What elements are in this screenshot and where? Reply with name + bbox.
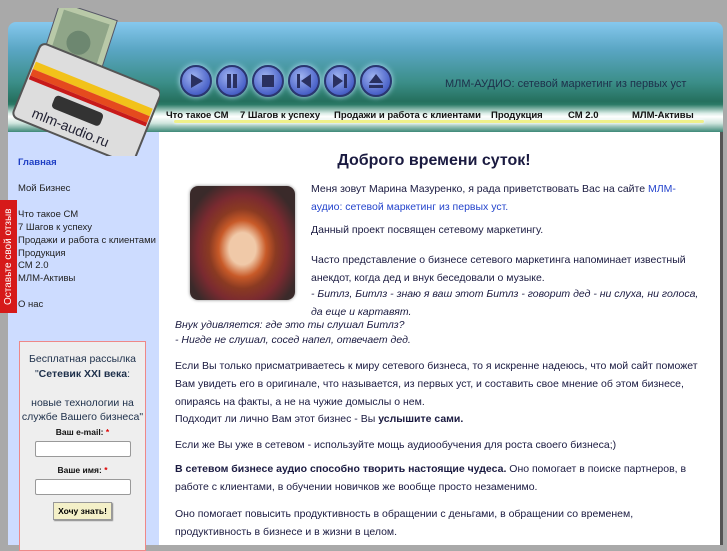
nav-item[interactable]: Что такое СМ [166,110,229,121]
intro-paragraph: Меня зовут Марина Мазуренко, я рада прив… [311,183,676,213]
sidebar-item[interactable]: Продажи и работа с клиентами [18,235,156,246]
subscribe-button[interactable]: Хочу знать! [53,501,112,520]
sidebar-item[interactable]: Мой Бизнес [18,183,70,194]
email-field[interactable] [34,440,131,457]
page-title: Доброго времени суток! [337,152,531,169]
pause-icon[interactable] [216,65,248,97]
eject-icon[interactable] [360,65,392,97]
nav-item[interactable]: Продажи и работа с клиентами [334,110,481,121]
nav-item[interactable]: 7 Шагов к успеху [240,110,320,121]
player-controls [180,65,392,97]
paragraph: Данный проект посвящен сетевому маркетин… [311,224,544,236]
site-title: МЛМ-АУДИО: сетевой маркетинг из первых у… [445,78,687,90]
cassette-logo: mlm-audio.ru [12,8,160,156]
paragraph: Часто представление о бизнесе сетевого м… [311,254,686,284]
sidebar-item[interactable]: Что такое СМ [18,209,78,220]
paragraph: Если Вы только присматриваетесь к миру с… [175,360,698,408]
stop-icon[interactable] [252,65,284,97]
sidebar-item-home[interactable]: Главная [18,157,57,168]
nav-item[interactable]: СМ 2.0 [568,110,599,121]
sidebar-item[interactable]: 7 Шагов к успеху [18,222,92,233]
sidebar-item[interactable]: МЛМ-Активы [18,273,75,284]
main-content: Доброго времени суток! Меня зовут Марина… [159,132,723,545]
paragraph: Оно помогает повысить продуктивность в о… [175,508,634,538]
subscribe-form: Бесплатная рассылка "Сетевик XXI века: нов… [19,341,146,551]
sidebar-item[interactable]: Продукция [18,248,66,259]
author-photo [190,186,295,300]
play-icon[interactable] [180,65,212,97]
email-label: Ваш e-mail: * [55,426,110,437]
sidebar-item[interactable]: СМ 2.0 [18,260,49,271]
name-field[interactable] [34,478,131,495]
feedback-tab[interactable]: Оставьте свой отзыв [0,200,17,313]
quote: - Нигде не слушал, сосед напел, отвечает… [175,334,411,346]
subscribe-text: Бесплатная рассылка "Сетевик XXI века: нов… [21,353,144,423]
paragraph: Подходит ли лично Вам этот бизнес - Вы у… [175,413,464,425]
prev-icon[interactable] [288,65,320,97]
paragraph: Если же Вы уже в сетевом - используйте м… [175,439,617,451]
nav-item[interactable]: Продукция [491,110,543,121]
name-label: Ваше имя: * [57,464,108,475]
sidebar-item[interactable]: О нас [18,299,43,310]
next-icon[interactable] [324,65,356,97]
nav-item[interactable]: МЛМ-Активы [632,110,694,121]
paragraph: В сетевом бизнесе аудио способно творить… [175,463,687,493]
